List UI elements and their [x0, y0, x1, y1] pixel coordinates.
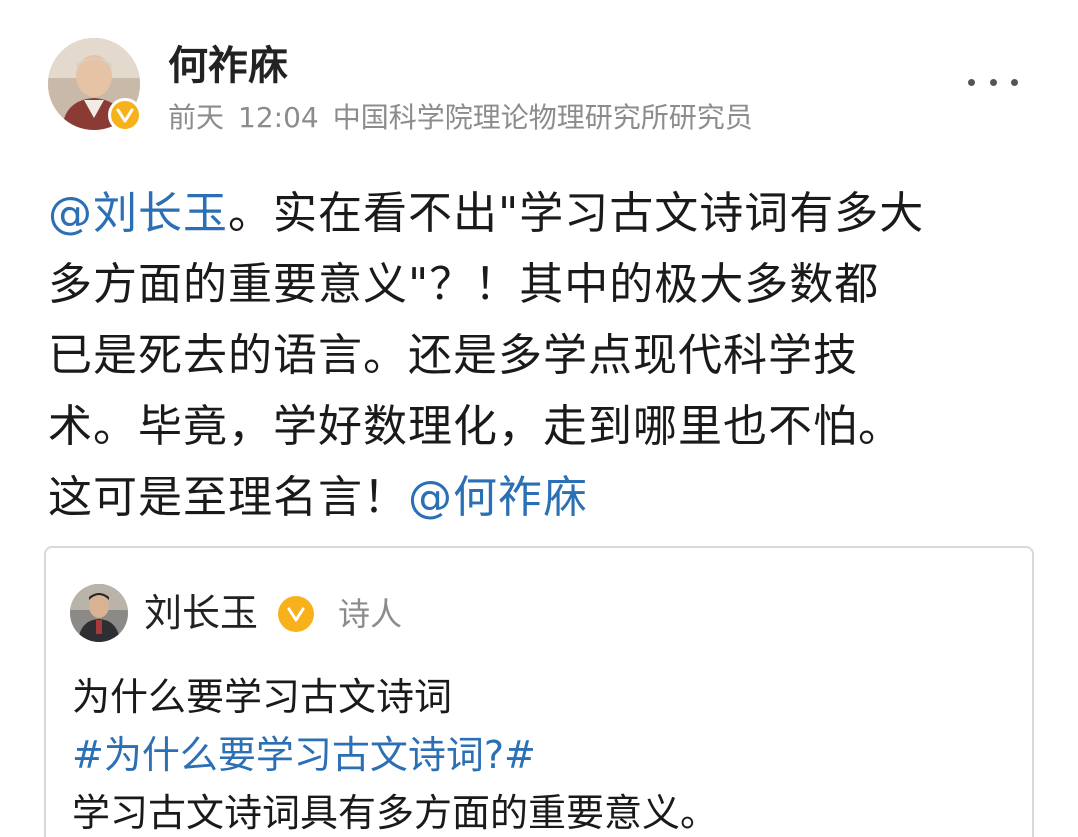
author-name[interactable]: 何祚庥: [168, 40, 288, 92]
mention-link[interactable]: @刘长玉: [48, 188, 228, 239]
post-meta: 前天 12:04 中国科学院理论物理研究所研究员: [168, 100, 767, 136]
verified-badge-icon: [278, 596, 314, 632]
more-dot: [1011, 78, 1018, 86]
post-line-2: 多方面的重要意义"？！其中的极大多数都: [48, 259, 880, 310]
mention-link[interactable]: @何祚庥: [408, 472, 588, 523]
post-body: @刘长玉。实在看不出"学习古文诗词有多大 多方面的重要意义"？！其中的极大多数都…: [48, 178, 1038, 533]
more-horizontal-icon[interactable]: [968, 72, 1018, 92]
post-page: 何祚庥 前天 12:04 中国科学院理论物理研究所研究员 @刘长玉。实在看不出"学习…: [0, 0, 1078, 837]
post-time: 12:04: [238, 101, 319, 134]
post-line-5-text: 这可是至理名言！: [48, 472, 408, 523]
verified-badge-icon: [108, 98, 142, 132]
hashtag-link[interactable]: #为什么要学习古文诗词?#: [72, 726, 1012, 784]
more-dot: [968, 78, 975, 86]
post-line-1-text: 。实在看不出"学习古文诗词有多大: [228, 188, 925, 239]
quoted-author-avatar[interactable]: [70, 584, 128, 642]
post-line-5: 这可是至理名言！@何祚庥: [48, 462, 1038, 533]
post-header: 何祚庥 前天 12:04 中国科学院理论物理研究所研究员: [48, 38, 1038, 138]
quoted-author-name[interactable]: 刘长玉: [144, 588, 258, 638]
quoted-line-1: 为什么要学习古文诗词: [72, 675, 453, 719]
quoted-avatar-image: [70, 584, 128, 642]
more-dot: [989, 78, 997, 86]
post-line-4: 术。毕竟，学好数理化，走到哪里也不怕。: [48, 401, 903, 452]
author-title: 中国科学院理论物理研究所研究员: [332, 101, 753, 134]
post-day: 前天: [168, 101, 225, 134]
quoted-author-role: 诗人: [338, 595, 403, 633]
quoted-line-3: 学习古文诗词具有多方面的重要意义。: [72, 791, 719, 835]
quoted-post-body: 为什么要学习古文诗词 #为什么要学习古文诗词?# 学习古文诗词具有多方面的重要意…: [72, 668, 1012, 837]
quoted-post-card[interactable]: 刘长玉 诗人 为什么要学习古文诗词 #为什么要学习古文诗词?# 学习古文诗词具有…: [44, 546, 1034, 837]
post-line-3: 已是死去的语言。还是多学点现代科学技: [48, 330, 858, 381]
post-line-1: @刘长玉。实在看不出"学习古文诗词有多大: [48, 178, 1038, 249]
